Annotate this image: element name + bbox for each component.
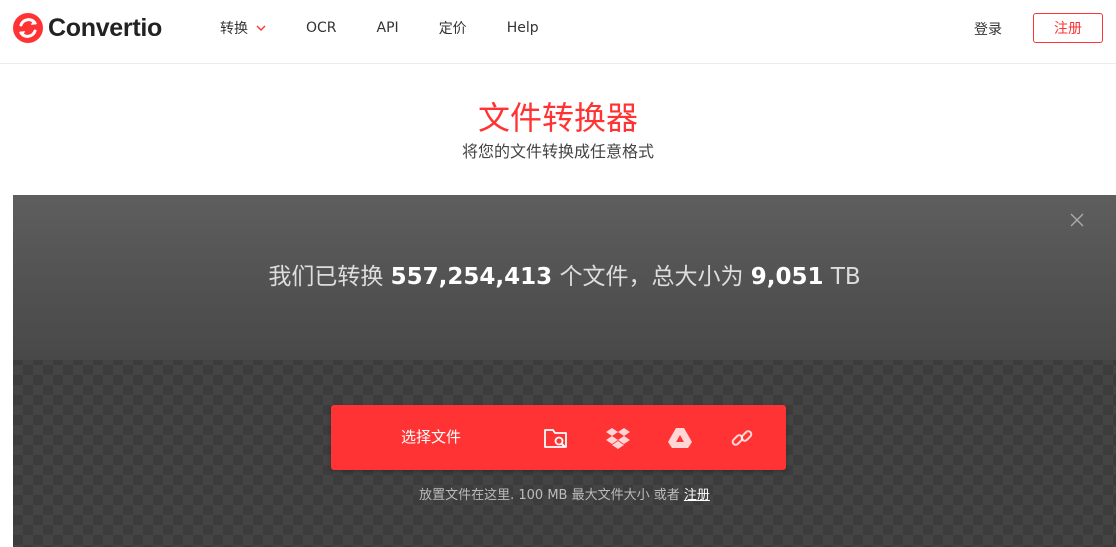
chevron-down-icon (256, 25, 266, 31)
nav-help[interactable]: Help (507, 20, 539, 36)
main-nav: 转换 OCR API 定价 Help (220, 0, 579, 56)
nav-pricing[interactable]: 定价 (439, 18, 467, 38)
stats-middle: 个文件，总大小为 (559, 264, 744, 290)
page-subtitle: 将您的文件转换成任意格式 (461, 142, 654, 161)
size-unit: TB (830, 264, 861, 290)
close-icon[interactable] (1070, 213, 1084, 227)
choose-files-button[interactable]: 选择文件 (331, 405, 786, 470)
folder-search-icon[interactable] (543, 425, 569, 451)
nav-convert-label: 转换 (220, 21, 248, 37)
google-drive-icon[interactable] (667, 425, 693, 451)
login-link[interactable]: 登录 (974, 19, 1002, 39)
top-header: Convertio 转换 OCR API 定价 Help 登录 注册 (0, 0, 1116, 64)
nav-ocr[interactable]: OCR (306, 20, 337, 36)
page-title: 文件转换器 (477, 99, 638, 137)
stats-prefix: 我们已转换 (268, 264, 384, 290)
dropbox-icon[interactable] (605, 425, 631, 451)
convertio-logo-icon (13, 13, 43, 43)
url-link-icon[interactable] (729, 425, 755, 451)
nav-convert[interactable]: 转换 (220, 18, 266, 38)
logo-text: Convertio (48, 13, 162, 42)
signup-link[interactable]: 注册 (684, 488, 710, 503)
nav-api[interactable]: API (377, 20, 399, 36)
signup-button[interactable]: 注册 (1033, 13, 1103, 43)
conversion-stats: 我们已转换 557,254,413 个文件，总大小为 9,051 TB (13, 261, 1116, 293)
logo[interactable]: Convertio (12, 12, 162, 44)
upload-panel: 我们已转换 557,254,413 个文件，总大小为 9,051 TB 选择文件 (13, 195, 1116, 547)
total-size: 9,051 (750, 264, 824, 290)
drop-hint-text: 放置文件在这里. 100 MB 最大文件大小 或者 (419, 488, 680, 503)
drop-hint: 放置文件在这里. 100 MB 最大文件大小 或者 注册 (13, 484, 1116, 503)
choose-files-label: 选择文件 (401, 428, 462, 446)
files-count: 557,254,413 (390, 264, 553, 290)
